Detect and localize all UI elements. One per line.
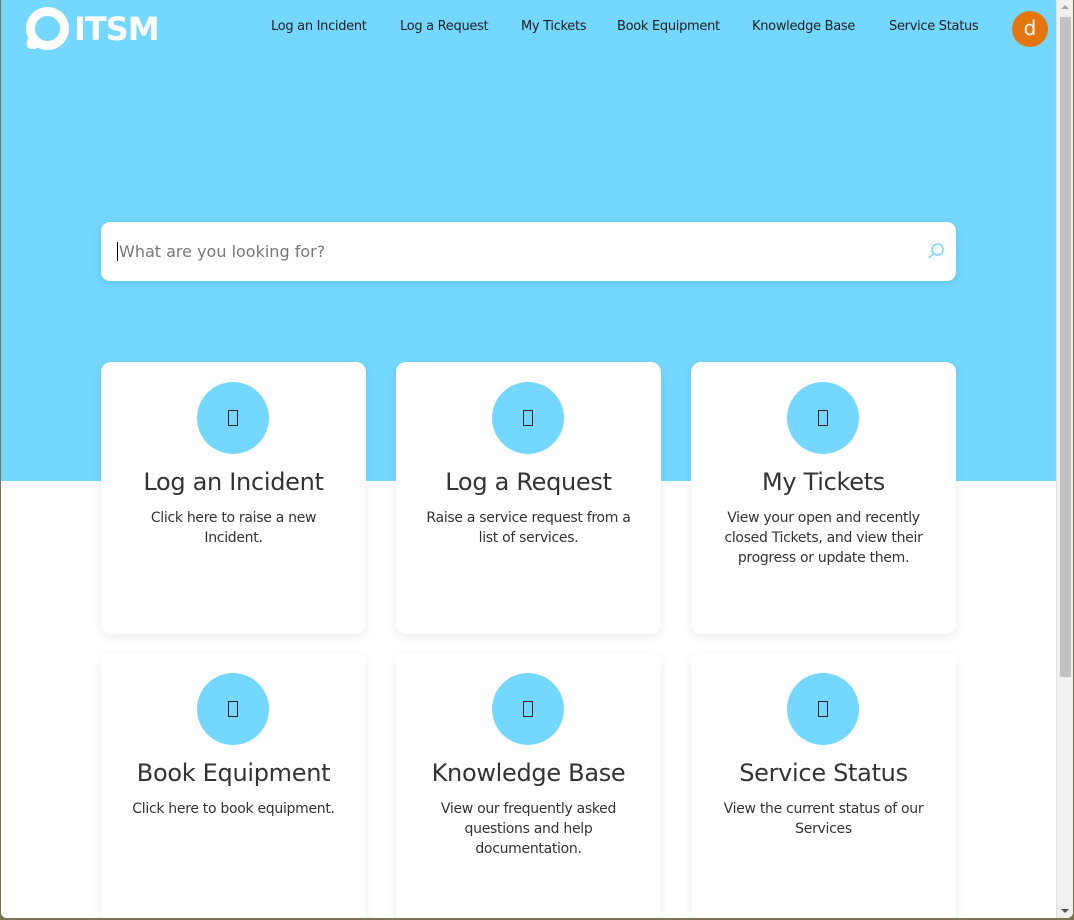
status-icon bbox=[787, 673, 859, 745]
nav-knowledge-base[interactable]: Knowledge Base bbox=[752, 19, 855, 34]
scroll-down-arrow-icon[interactable] bbox=[1061, 909, 1069, 913]
nav-service-status[interactable]: Service Status bbox=[889, 19, 979, 34]
card-log-incident[interactable]: Log an Incident Click here to raise a ne… bbox=[101, 362, 366, 634]
knowledge-icon bbox=[492, 673, 564, 745]
card-log-request[interactable]: Log a Request Raise a service request fr… bbox=[396, 362, 661, 634]
card-description: View your open and recently closed Ticke… bbox=[724, 510, 923, 566]
card-description: Click here to raise a new Incident. bbox=[150, 510, 317, 546]
card-description: View the current status of our Services bbox=[723, 801, 924, 837]
scrollbar-thumb[interactable] bbox=[1060, 17, 1071, 677]
page-viewport: ITSM Log an Incident Log a Request My Ti… bbox=[1, 0, 1056, 918]
card-title: Log a Request bbox=[445, 468, 612, 496]
card-book-equipment[interactable]: Book Equipment Click here to book equipm… bbox=[101, 653, 366, 918]
user-avatar[interactable]: d bbox=[1012, 11, 1048, 47]
nav-book-equipment[interactable]: Book Equipment bbox=[617, 19, 720, 34]
tickets-icon bbox=[787, 382, 859, 454]
card-title: Book Equipment bbox=[136, 759, 331, 787]
browser-window: ITSM Log an Incident Log a Request My Ti… bbox=[1, 0, 1073, 918]
nav-my-tickets[interactable]: My Tickets bbox=[521, 19, 587, 34]
card-description: Click here to book equipment. bbox=[132, 801, 335, 817]
card-title: Knowledge Base bbox=[431, 759, 626, 787]
search-input[interactable] bbox=[117, 242, 907, 261]
card-description: View our frequently asked questions and … bbox=[440, 801, 617, 857]
vertical-scrollbar[interactable] bbox=[1056, 0, 1073, 918]
nav-log-incident[interactable]: Log an Incident bbox=[271, 19, 367, 34]
card-title: Service Status bbox=[739, 759, 908, 787]
scroll-up-arrow-icon[interactable] bbox=[1061, 5, 1069, 9]
top-nav: Log an Incident Log a Request My Tickets… bbox=[1, 19, 1056, 39]
request-icon bbox=[492, 382, 564, 454]
equipment-icon bbox=[197, 673, 269, 745]
search-box bbox=[101, 222, 956, 281]
card-description: Raise a service request from a list of s… bbox=[426, 510, 631, 546]
card-title: Log an Incident bbox=[143, 468, 324, 496]
card-my-tickets[interactable]: My Tickets View your open and recently c… bbox=[691, 362, 956, 634]
incident-icon bbox=[197, 382, 269, 454]
nav-log-request[interactable]: Log a Request bbox=[400, 19, 489, 34]
card-knowledge-base[interactable]: Knowledge Base View our frequently asked… bbox=[396, 653, 661, 918]
card-service-status[interactable]: Service Status View the current status o… bbox=[691, 653, 956, 918]
card-title: My Tickets bbox=[761, 468, 886, 496]
search-icon[interactable] bbox=[927, 242, 945, 260]
